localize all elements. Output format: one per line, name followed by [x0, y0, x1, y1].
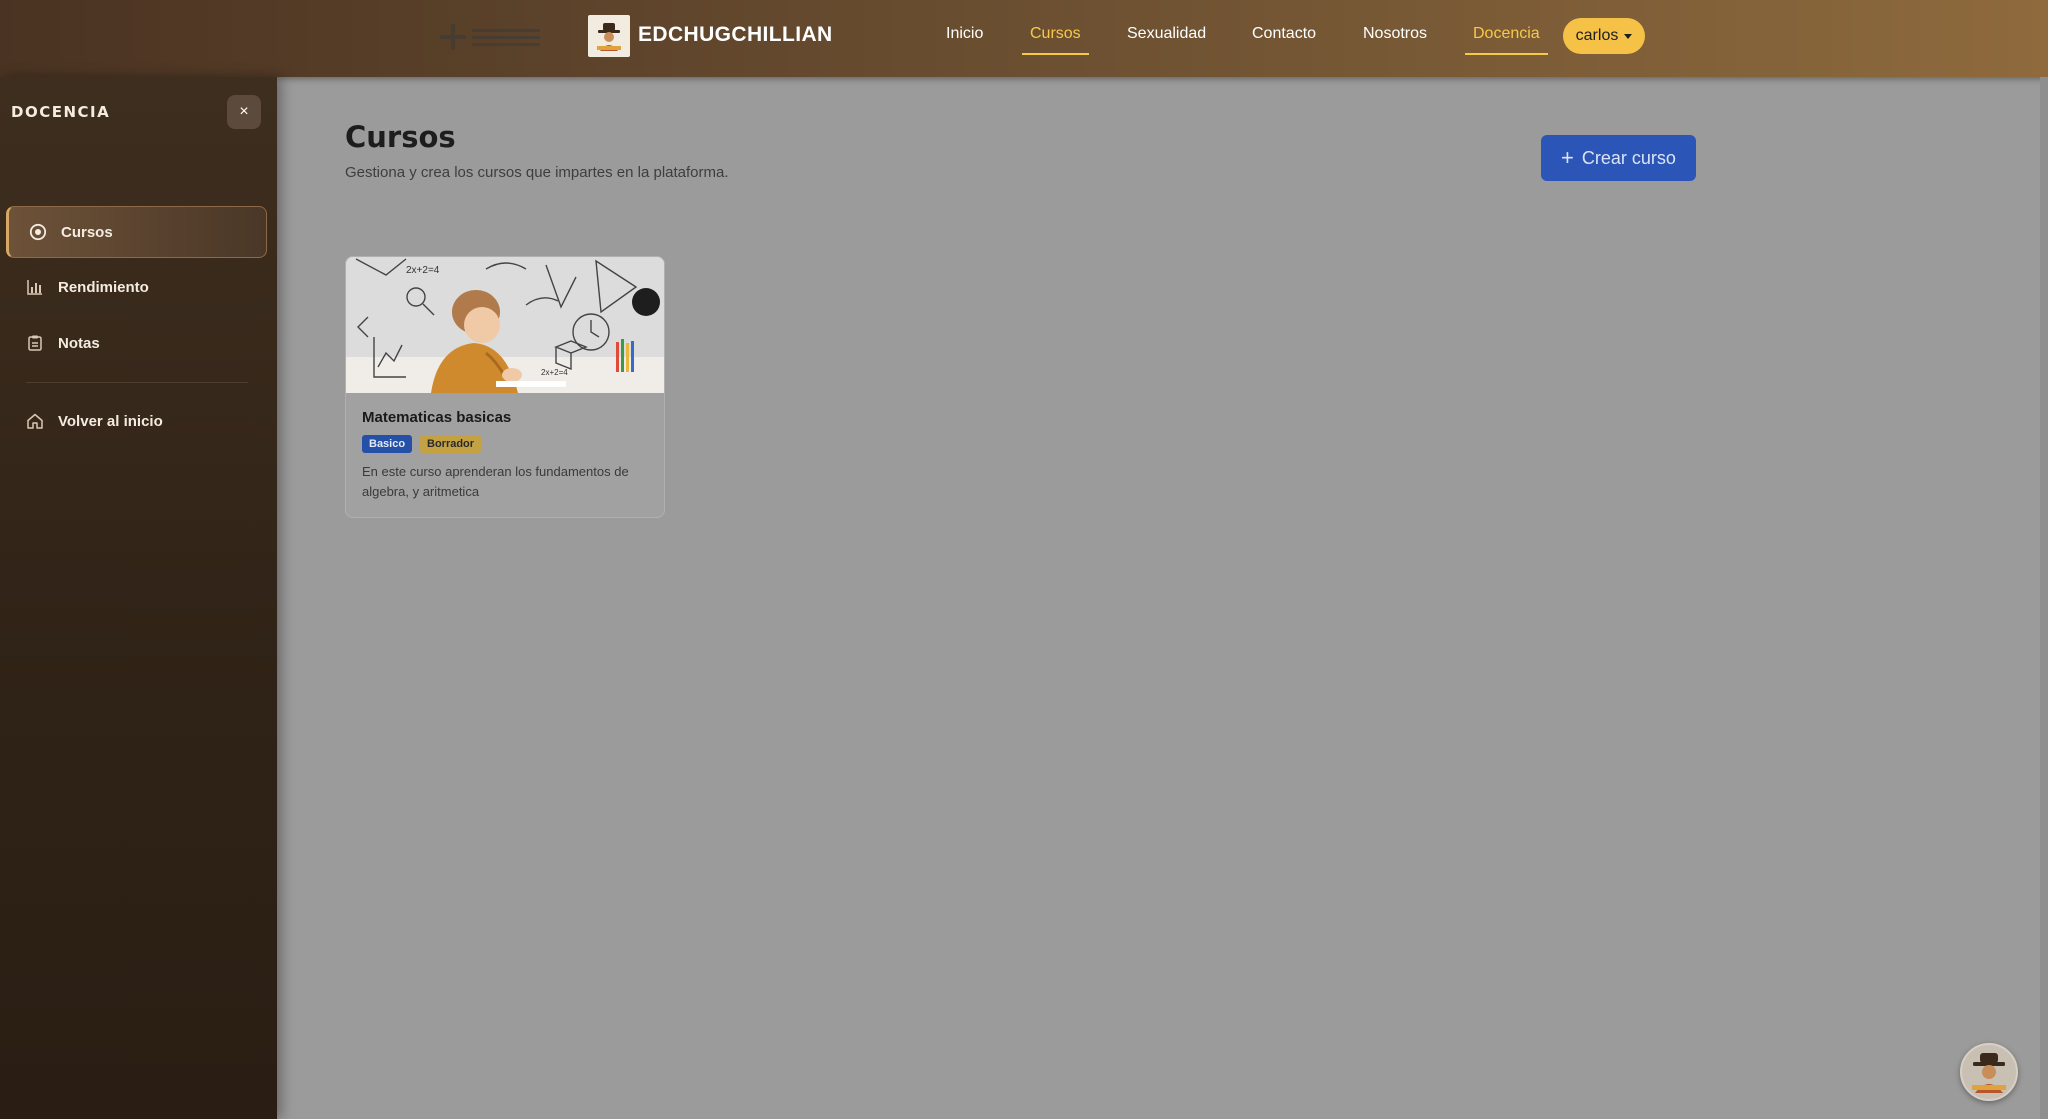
plus-icon: + — [1561, 145, 1574, 170]
course-thumbnail: 2x+2=4 2x+2=4 — [346, 257, 664, 393]
sidebar-divider — [26, 382, 248, 383]
partner-logo — [440, 22, 544, 52]
page-scrollbar[interactable] — [2040, 77, 2048, 1119]
bar-chart-icon — [27, 280, 42, 295]
brand-logo[interactable] — [588, 15, 630, 57]
floating-mascot-button[interactable] — [1960, 1043, 2018, 1101]
play-circle-icon — [29, 223, 47, 241]
user-menu-button[interactable]: carlos — [1563, 18, 1645, 54]
cross-icon — [440, 24, 466, 50]
sidebar-item-label: Notas — [58, 334, 100, 352]
nav-docencia[interactable]: Docencia — [1465, 25, 1548, 55]
user-name: carlos — [1575, 27, 1619, 44]
sidebar-item-label: Rendimiento — [58, 278, 149, 296]
nav-cursos[interactable]: Cursos — [1022, 25, 1089, 55]
sidebar-item-cursos[interactable]: Cursos — [6, 206, 267, 258]
clipboard-icon — [28, 335, 42, 351]
nav-contacto[interactable]: Contacto — [1252, 25, 1316, 43]
close-sidebar-button[interactable]: × — [227, 95, 261, 129]
course-level-badge: Basico — [362, 435, 413, 453]
top-navbar: EDCHUGCHILLIAN Inicio Cursos Sexualidad … — [0, 0, 2048, 77]
sidebar-item-rendimiento[interactable]: Rendimiento — [6, 261, 267, 313]
nav-sexualidad[interactable]: Sexualidad — [1127, 25, 1206, 43]
page-subtitle: Gestiona y crea los cursos que impartes … — [345, 164, 729, 181]
page-title: Cursos — [345, 120, 456, 154]
nav-inicio[interactable]: Inicio — [946, 25, 983, 43]
sidebar-item-label: Cursos — [61, 223, 113, 241]
mascot-icon — [597, 23, 621, 51]
course-name: Matematicas basicas — [362, 409, 512, 426]
create-course-label: Crear curso — [1581, 147, 1676, 168]
course-status-badge: Borrador — [420, 435, 482, 453]
home-icon — [27, 413, 43, 429]
course-card[interactable]: 2x+2=4 2x+2=4 Matematicas basicas Basico… — [345, 256, 665, 518]
course-description: En este curso aprenderan los fundamentos… — [362, 464, 629, 499]
sidebar: DOCENCIA × Cursos Rendimiento Notas Volv… — [0, 77, 277, 1119]
svg-text:2x+2=4: 2x+2=4 — [406, 265, 440, 276]
sidebar-title: DOCENCIA — [11, 103, 111, 121]
sidebar-item-volver-inicio[interactable]: Volver al inicio — [6, 395, 267, 447]
mascot-icon — [1972, 1053, 2006, 1093]
create-course-button[interactable]: + Crear curso — [1541, 135, 1696, 181]
sidebar-item-notas[interactable]: Notas — [6, 317, 267, 369]
caret-down-icon — [1624, 33, 1633, 39]
brand-title[interactable]: EDCHUGCHILLIAN — [638, 23, 833, 47]
sidebar-item-label: Volver al inicio — [58, 412, 163, 430]
nav-nosotros[interactable]: Nosotros — [1363, 25, 1427, 43]
svg-text:2x+2=4: 2x+2=4 — [541, 368, 568, 377]
